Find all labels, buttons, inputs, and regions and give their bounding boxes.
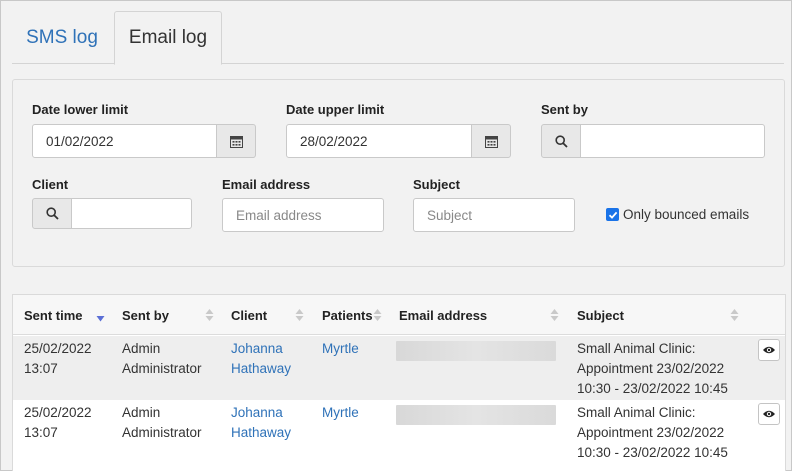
cell-sent-by: Admin Administrator [122, 339, 202, 379]
only-bounced-toggle[interactable]: Only bounced emails [606, 207, 749, 222]
search-icon [554, 134, 568, 148]
subject-line: Small Animal Clinic: [577, 405, 696, 420]
only-bounced-label: Only bounced emails [623, 207, 750, 222]
email-log-table: Sent time Sent by Client Patients Email … [12, 294, 786, 471]
eye-icon [763, 410, 775, 418]
client-first-name[interactable]: Johanna [231, 403, 291, 423]
view-email-button[interactable] [758, 403, 780, 425]
subject-line: 10:30 - 23/02/2022 10:45 [577, 445, 728, 460]
patient-link[interactable]: Myrtle [322, 339, 359, 359]
log-tabs: SMS log Email log [12, 11, 784, 65]
email-address-label: Email address [222, 177, 311, 192]
column-header-email-address[interactable]: Email address [399, 295, 487, 335]
cell-sent-time: 25/02/2022 13:07 [24, 403, 92, 443]
date-lower-label: Date lower limit [32, 102, 129, 117]
filter-panel: Date lower limit 01/02/2022 Date upper l… [12, 79, 785, 267]
patient-link[interactable]: Myrtle [322, 403, 359, 423]
client-last-name[interactable]: Hathaway [231, 423, 291, 443]
email-log-page: SMS log Email log Date lower limit 01/02… [0, 0, 792, 471]
calendar-icon [229, 135, 243, 148]
date-upper-calendar-button[interactable] [471, 124, 511, 158]
email-address-redacted [396, 341, 556, 361]
sent-time: 13:07 [24, 361, 58, 376]
email-address-redacted [396, 405, 556, 425]
tab-sms-log[interactable]: SMS log [12, 11, 112, 65]
sent-by-search-addon [541, 124, 581, 158]
column-header-patients[interactable]: Patients [322, 295, 373, 335]
table-row: 25/02/2022 13:07 Admin Administrator Joh… [13, 400, 785, 464]
checkmark-icon [608, 211, 617, 219]
client-first-name[interactable]: Johanna [231, 339, 291, 359]
date-lower-input[interactable]: 01/02/2022 [32, 124, 217, 158]
cell-sent-time: 25/02/2022 13:07 [24, 339, 92, 379]
search-icon [45, 207, 59, 220]
cell-sent-by: Admin Administrator [122, 403, 202, 443]
sent-by-label: Sent by [541, 102, 588, 117]
sent-by-input[interactable] [580, 124, 765, 158]
sent-by-line: Admin [122, 405, 161, 420]
subject-line: 10:30 - 23/02/2022 10:45 [577, 381, 728, 396]
column-header-sent-by[interactable]: Sent by [122, 295, 169, 335]
sort-arrows-icon[interactable] [295, 307, 304, 323]
sort-descending-icon[interactable] [96, 307, 105, 323]
subject-line: Small Animal Clinic: [577, 341, 696, 356]
column-header-client[interactable]: Client [231, 295, 267, 335]
view-email-button[interactable] [758, 339, 780, 361]
eye-icon [763, 346, 775, 354]
table-row: 25/02/2022 13:07 Admin Administrator Joh… [13, 336, 785, 400]
column-header-subject[interactable]: Subject [577, 295, 624, 335]
subject-line: Appointment 23/02/2022 [577, 425, 725, 440]
client-search-addon [32, 198, 72, 229]
client-input[interactable] [71, 198, 192, 229]
client-link[interactable]: Johanna Hathaway [231, 339, 291, 379]
sent-time: 13:07 [24, 425, 58, 440]
cell-subject: Small Animal Clinic: Appointment 23/02/2… [577, 403, 728, 463]
client-last-name[interactable]: Hathaway [231, 359, 291, 379]
cell-subject: Small Animal Clinic: Appointment 23/02/2… [577, 339, 728, 399]
calendar-icon [484, 135, 498, 148]
column-header-sent-time[interactable]: Sent time [24, 295, 83, 335]
sent-by-line: Administrator [122, 425, 202, 440]
date-lower-calendar-button[interactable] [216, 124, 256, 158]
client-label: Client [32, 177, 69, 192]
client-link[interactable]: Johanna Hathaway [231, 403, 291, 443]
tab-email-log[interactable]: Email log [114, 11, 222, 65]
only-bounced-checkbox[interactable] [606, 208, 619, 221]
subject-input[interactable]: Subject [413, 198, 575, 232]
sent-date: 25/02/2022 [24, 341, 92, 356]
sent-by-line: Administrator [122, 361, 202, 376]
email-address-input[interactable]: Email address [222, 198, 384, 232]
sort-arrows-icon[interactable] [205, 307, 214, 323]
sent-date: 25/02/2022 [24, 405, 92, 420]
date-upper-label: Date upper limit [286, 102, 385, 117]
subject-line: Appointment 23/02/2022 [577, 361, 725, 376]
table-header: Sent time Sent by Client Patients Email … [13, 295, 785, 335]
subject-label: Subject [413, 177, 460, 192]
date-upper-input[interactable]: 28/02/2022 [286, 124, 472, 158]
sort-arrows-icon[interactable] [373, 307, 382, 323]
sent-by-line: Admin [122, 341, 161, 356]
sort-arrows-icon[interactable] [730, 307, 739, 323]
sort-arrows-icon[interactable] [550, 307, 559, 323]
